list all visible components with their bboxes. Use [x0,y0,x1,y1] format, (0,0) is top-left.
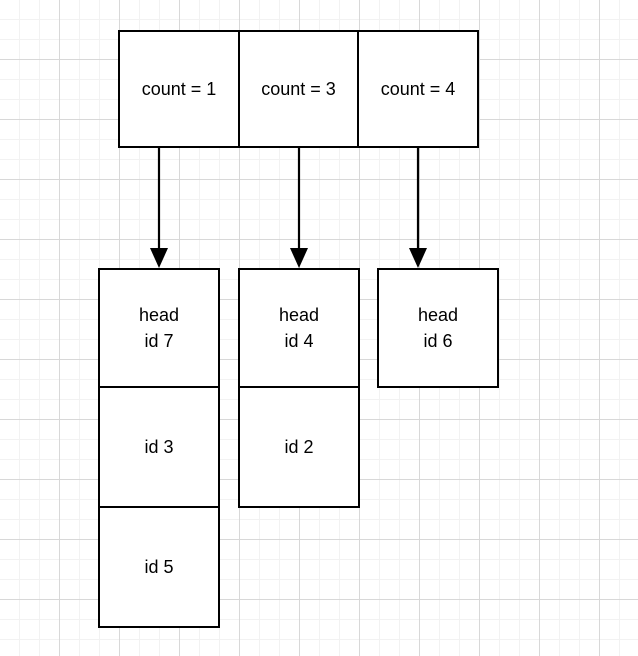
count-cell-2: count = 4 [357,30,479,148]
chain-2-node-1: id 2 [238,386,360,508]
arrow-to-chain-2 [290,148,308,268]
chain-2-node-0: head id 4 [238,268,360,388]
diagram-canvas: count = 1 count = 3 count = 4 head id 7 … [0,0,638,656]
chain-1-node-2: id 5 [98,506,220,628]
arrow-to-chain-3 [409,148,427,268]
count-cell-0: count = 1 [118,30,240,148]
chain-node-label: head id 6 [417,304,459,351]
count-cell-label: count = 4 [380,78,456,99]
count-cell-label: count = 3 [261,78,336,99]
chain-node-label: head id 4 [278,304,320,351]
count-cell-1: count = 3 [237,30,360,148]
chain-1-node-1: id 3 [98,386,220,508]
chain-node-label: head id 7 [138,304,180,351]
chain-node-label: id 2 [284,436,314,457]
chain-3-node-0: head id 6 [377,268,499,388]
chain-node-label: id 5 [144,556,174,577]
arrow-to-chain-1 [150,148,168,268]
chain-1-node-0: head id 7 [98,268,220,388]
count-cell-label: count = 1 [141,78,217,99]
chain-node-label: id 3 [144,436,174,457]
